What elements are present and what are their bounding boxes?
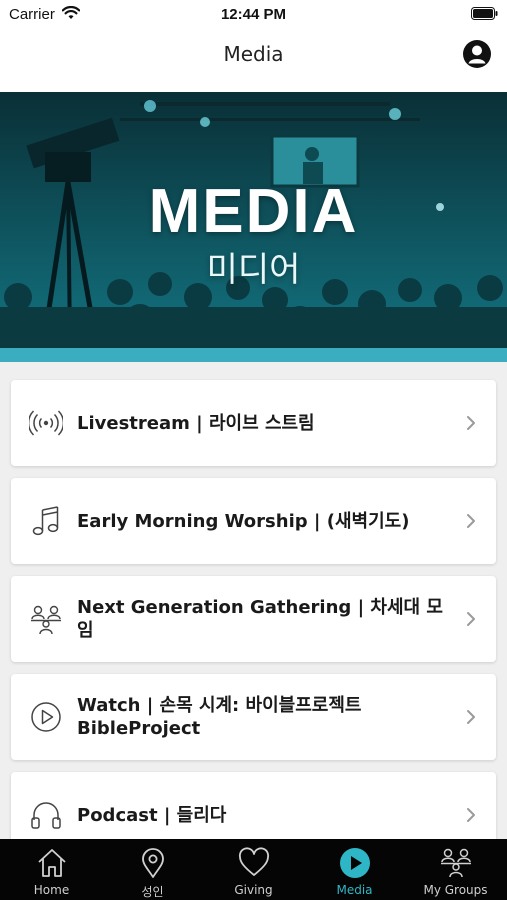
tab-label: My Groups xyxy=(423,883,488,897)
tab-bar: Home 성인 Giving Media My Groups xyxy=(0,839,507,900)
chevron-right-icon xyxy=(467,612,475,626)
chevron-right-icon xyxy=(467,808,475,822)
play-circle-icon xyxy=(340,848,370,878)
chevron-right-icon xyxy=(467,710,475,724)
tab-home[interactable]: Home xyxy=(1,839,102,900)
tab-adults[interactable]: 성인 xyxy=(102,839,203,900)
hero-title: MEDIA xyxy=(148,177,359,246)
play-circle-icon xyxy=(31,702,61,732)
menu-item-label: Early Morning Worship | (새벽기도) xyxy=(77,510,410,532)
tab-media[interactable]: Media xyxy=(304,839,405,900)
tab-giving[interactable]: Giving xyxy=(203,839,304,900)
group-icon xyxy=(31,605,61,635)
map-pin-icon xyxy=(142,848,164,878)
chevron-right-icon xyxy=(467,416,475,430)
tab-label: Giving xyxy=(234,883,273,897)
media-menu-list: Livestream | 라이브 스트림 Early Morning Worsh… xyxy=(0,362,507,839)
tab-label: Media xyxy=(336,883,373,897)
menu-item-early-morning-worship[interactable]: Early Morning Worship | (새벽기도) xyxy=(11,478,496,564)
battery-icon xyxy=(471,7,498,20)
tab-label: Home xyxy=(33,883,70,897)
hero-accent-strip xyxy=(0,348,507,362)
hero-subtitle: 미디어 xyxy=(206,250,301,290)
status-bar: Carrier 12:44 PM xyxy=(0,0,507,30)
menu-item-livestream[interactable]: Livestream | 라이브 스트림 xyxy=(11,380,496,466)
menu-item-podcast[interactable]: Podcast | 들리다 xyxy=(11,772,496,839)
menu-item-label: Next Generation Gathering | 차세대 모임 xyxy=(77,597,443,641)
music-note-icon xyxy=(32,506,59,536)
menu-item-label: Watch | 손목 시계: 바이블프로젝트 BibleProject xyxy=(77,695,362,739)
group-icon xyxy=(441,848,471,878)
hero-banner: MEDIA 미디어 xyxy=(0,92,507,362)
broadcast-icon xyxy=(29,410,63,436)
navigation-bar: Media xyxy=(0,30,507,93)
menu-item-label: Podcast | 들리다 xyxy=(77,804,227,826)
heart-icon xyxy=(238,847,270,876)
status-time: 12:44 PM xyxy=(220,6,287,23)
home-icon xyxy=(38,849,66,877)
headphones-icon xyxy=(31,802,61,829)
menu-item-label: Livestream | 라이브 스트림 xyxy=(77,412,315,434)
menu-item-watch-bibleproject[interactable]: Watch | 손목 시계: 바이블프로젝트 BibleProject xyxy=(11,674,496,760)
menu-item-next-generation-gathering[interactable]: Next Generation Gathering | 차세대 모임 xyxy=(11,576,496,662)
tab-my-groups[interactable]: My Groups xyxy=(405,839,506,900)
page-title: Media xyxy=(223,42,284,66)
tab-label: 성인 xyxy=(141,885,164,899)
person-circle-icon[interactable] xyxy=(462,39,492,69)
chevron-right-icon xyxy=(467,514,475,528)
